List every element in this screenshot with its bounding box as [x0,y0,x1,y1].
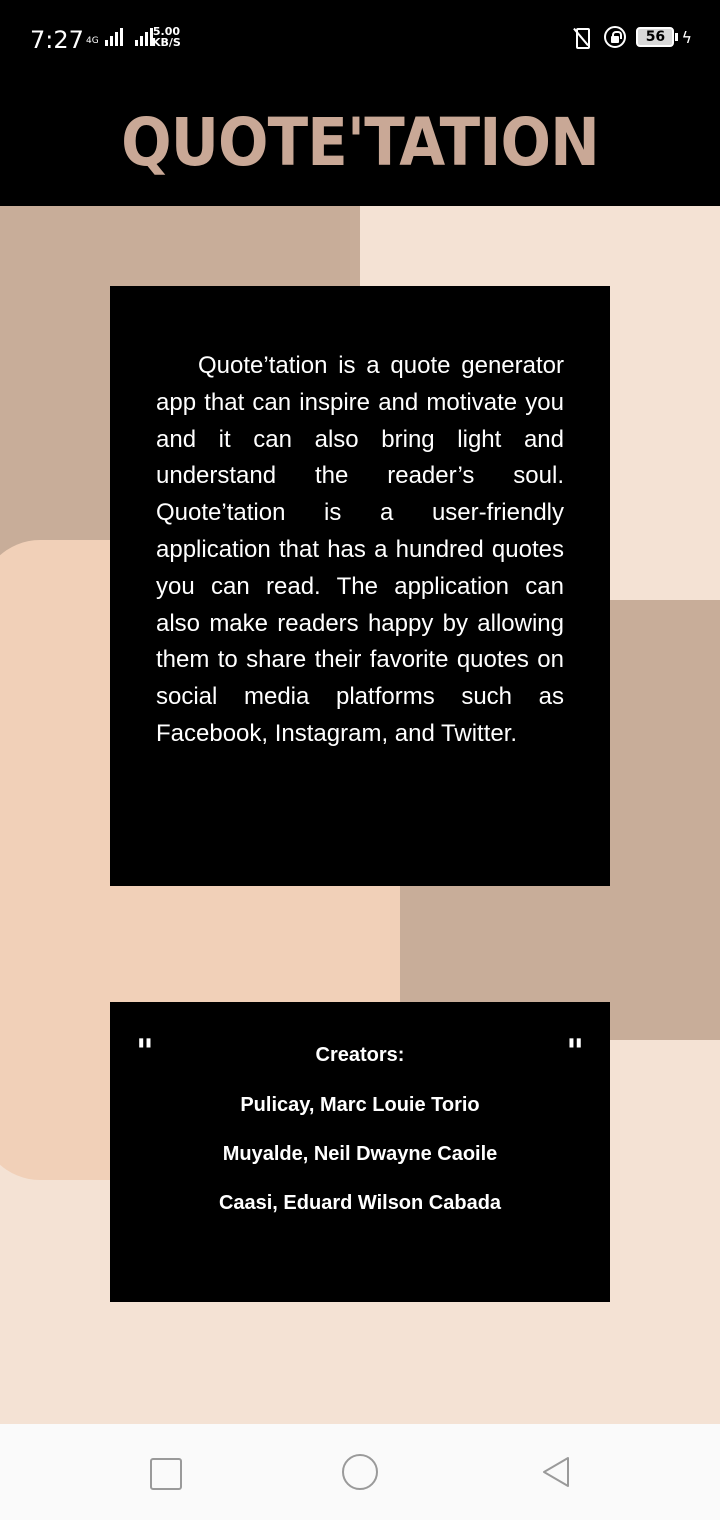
network-type: 4G [86,36,99,46]
battery-icon: 56 ϟ [636,27,692,47]
creator-name: Caasi, Eduard Wilson Cabada [218,1192,502,1214]
signal-bars-icon [134,28,153,46]
about-card: Quote’tation is a quote generator app th… [110,286,610,886]
about-description: Quote’tation is a quote generator app th… [156,352,564,747]
network-speed: 5.00 KB/S [152,26,181,48]
about-screen: 7:27 4G 5.00 KB/S 56 ϟ QUOTE'TATION Quot… [0,0,720,1520]
back-icon[interactable] [538,1454,574,1490]
network-speed-unit: KB/S [152,36,181,49]
header: 7:27 4G 5.00 KB/S 56 ϟ QUOTE'TATION [0,0,720,206]
rotation-lock-icon [604,26,627,48]
home-icon[interactable] [342,1454,378,1490]
status-time: 7:27 [30,26,84,54]
recent-apps-icon[interactable] [146,1454,182,1490]
vibrate-off-icon [568,26,594,49]
status-icons: 56 ϟ [568,26,692,49]
app-title: QUOTE'TATION [121,104,600,181]
navigation-bar [0,1424,720,1520]
status-bar: 7:27 4G 5.00 KB/S 56 ϟ [0,0,720,72]
signal-bars-icon [104,28,123,46]
creator-name: Pulicay, Marc Louie Torio [240,1094,480,1116]
creators-title: Creators: [315,1044,405,1066]
battery-level: 56 [636,27,675,47]
signal-icon: 4G [86,28,153,46]
creator-name: Muyalde, Neil Dwayne Caoile [222,1143,498,1165]
creators-card: " " Creators: Pulicay, Marc Louie Torio … [110,1002,610,1302]
charging-icon: ϟ [681,27,692,47]
